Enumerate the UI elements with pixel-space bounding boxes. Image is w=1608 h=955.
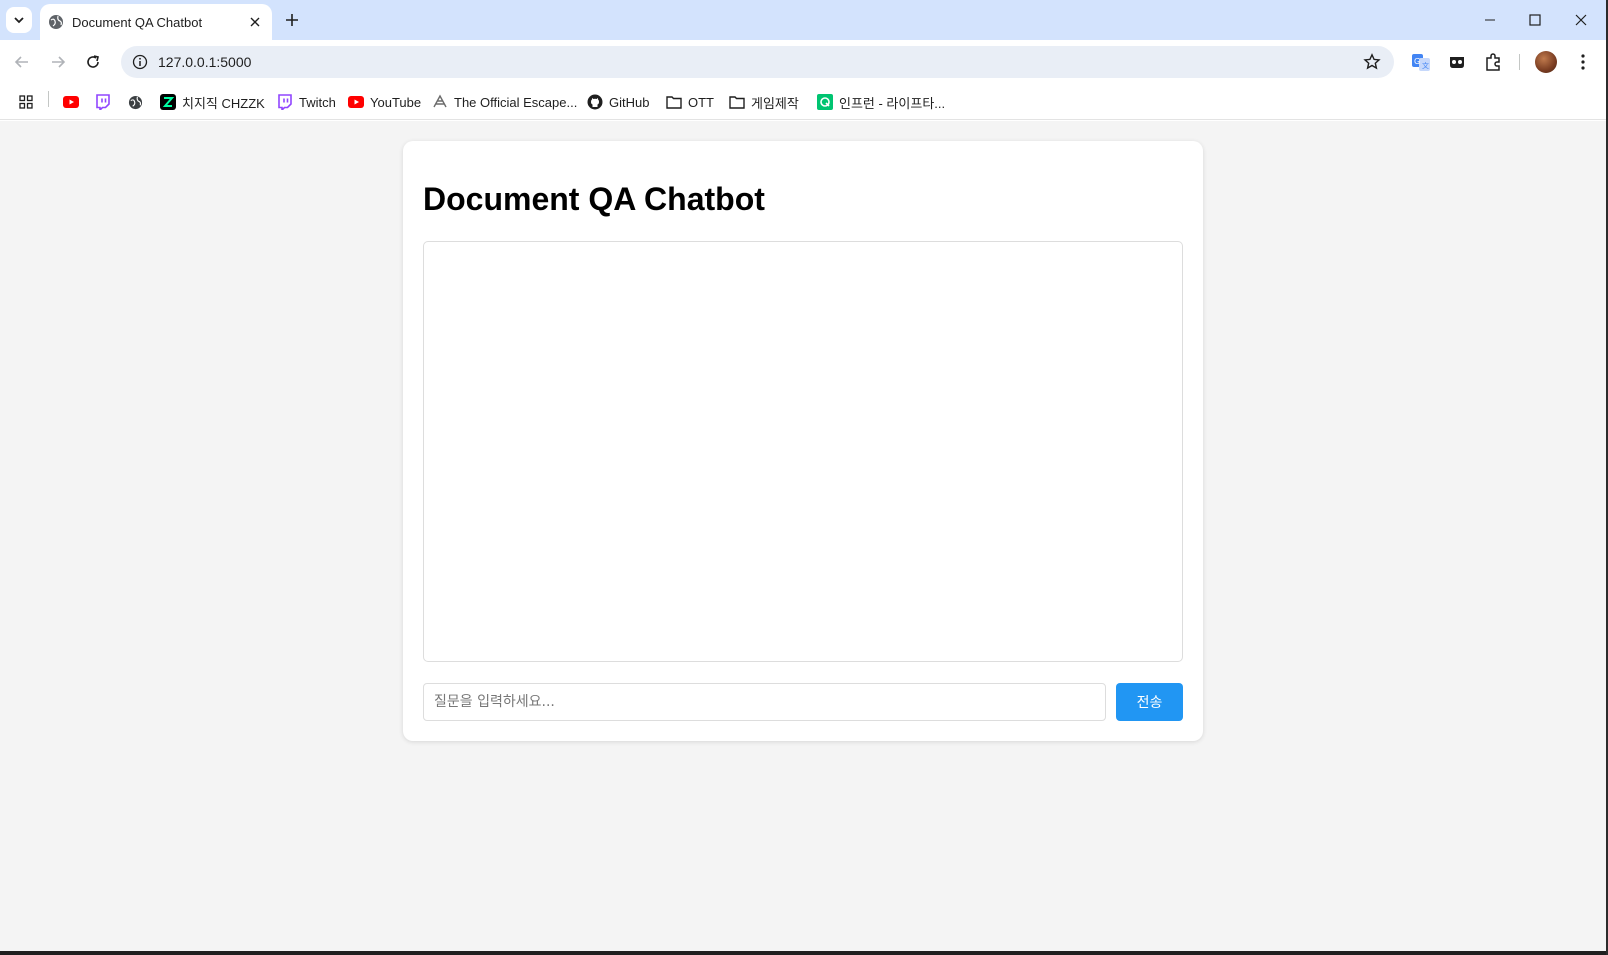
bookmark-label: OTT	[688, 94, 714, 110]
chevron-down-icon	[14, 17, 24, 24]
folder-icon	[729, 94, 745, 110]
apps-grid-button[interactable]	[18, 91, 40, 113]
close-icon	[1575, 14, 1587, 26]
bookmark-github[interactable]: GitHub	[587, 91, 649, 113]
svg-text:文: 文	[1422, 61, 1429, 70]
bookmark-twitch-icon-only[interactable]	[95, 91, 117, 113]
forward-button[interactable]	[46, 50, 70, 74]
github-icon	[587, 94, 603, 110]
twitch-icon	[95, 94, 111, 110]
menu-kebab-icon[interactable]	[1572, 51, 1594, 73]
bookmark-globe-icon-only[interactable]	[127, 91, 149, 113]
twitch-icon	[277, 94, 293, 110]
folder-icon	[666, 94, 682, 110]
tab-close-icon[interactable]	[246, 13, 264, 31]
back-button[interactable]	[10, 50, 34, 74]
site-info-icon[interactable]	[130, 52, 150, 72]
maximize-icon	[1529, 14, 1541, 26]
bookmark-label: 게임제작	[751, 95, 799, 111]
plus-icon	[286, 14, 298, 26]
toolbar-separator	[1519, 54, 1520, 70]
youtube-icon	[63, 94, 79, 110]
tab-title: Document QA Chatbot	[72, 14, 203, 30]
chat-container: Document QA Chatbot 전송	[403, 141, 1203, 741]
extensions-puzzle-icon[interactable]	[1482, 51, 1504, 73]
bookmark-inflearn[interactable]: 인프런 - 라이프타...	[817, 91, 945, 113]
taskbar-edge	[0, 951, 1608, 955]
browser-toolbar: 127.0.0.1:5000 G文	[0, 40, 1608, 84]
bookmark-youtube[interactable]: YouTube	[348, 91, 421, 113]
reload-icon	[87, 55, 99, 68]
bookmark-label: GitHub	[609, 94, 650, 110]
minimize-button[interactable]	[1475, 8, 1505, 32]
page-viewport: Document QA Chatbot 전송	[0, 121, 1608, 951]
active-tab[interactable]: Document QA Chatbot	[40, 4, 272, 40]
bookmark-label: 인프런 - 라이프타...	[839, 95, 946, 111]
arrow-left-icon	[14, 56, 28, 68]
tab-search-button[interactable]	[6, 7, 32, 33]
bookmarks-bar: 치지직 CHZZK Twitch YouTube The Official Es…	[0, 84, 1608, 120]
minimize-icon	[1485, 19, 1495, 21]
reload-button[interactable]	[81, 50, 105, 74]
translate-extension-icon[interactable]: G文	[1410, 51, 1432, 73]
bookmark-folder-game[interactable]: 게임제작	[729, 91, 799, 113]
chat-messages-area[interactable]	[423, 241, 1183, 662]
profile-avatar[interactable]	[1535, 51, 1557, 73]
page-title: Document QA Chatbot	[423, 181, 765, 217]
question-input[interactable]	[423, 683, 1106, 721]
globe-icon	[127, 94, 143, 110]
close-window-button[interactable]	[1566, 8, 1596, 32]
maximize-button[interactable]	[1520, 8, 1550, 32]
arrow-right-icon	[52, 56, 66, 68]
bookmark-label: The Official Escape...	[454, 94, 578, 110]
address-bar[interactable]: 127.0.0.1:5000	[121, 46, 1394, 78]
youtube-icon	[348, 94, 364, 110]
new-tab-button[interactable]	[282, 10, 302, 30]
tab-strip: Document QA Chatbot	[0, 0, 1608, 40]
bookmark-label: Twitch	[299, 94, 336, 110]
bookmark-twitch[interactable]: Twitch	[277, 91, 336, 113]
send-button[interactable]: 전송	[1116, 683, 1183, 721]
bookmarks-separator	[48, 91, 49, 107]
bookmark-star-icon[interactable]	[1362, 52, 1382, 72]
inflearn-icon	[817, 94, 833, 110]
globe-icon	[48, 14, 64, 30]
bookmark-folder-ott[interactable]: OTT	[666, 91, 714, 113]
bookmark-label: YouTube	[370, 94, 422, 110]
extension-mask-icon[interactable]	[1446, 51, 1468, 73]
chzzk-icon	[160, 94, 176, 110]
bookmark-label: 치지직 CHZZK	[182, 95, 265, 111]
escape-icon	[432, 94, 448, 110]
apps-grid-icon	[18, 94, 34, 110]
bookmark-escape[interactable]: The Official Escape...	[432, 91, 577, 113]
svg-text:G: G	[1414, 57, 1420, 66]
bookmark-youtube-icon-only[interactable]	[63, 91, 85, 113]
url-text: 127.0.0.1:5000	[158, 54, 252, 70]
bookmark-chzzk[interactable]: 치지직 CHZZK	[160, 91, 265, 113]
